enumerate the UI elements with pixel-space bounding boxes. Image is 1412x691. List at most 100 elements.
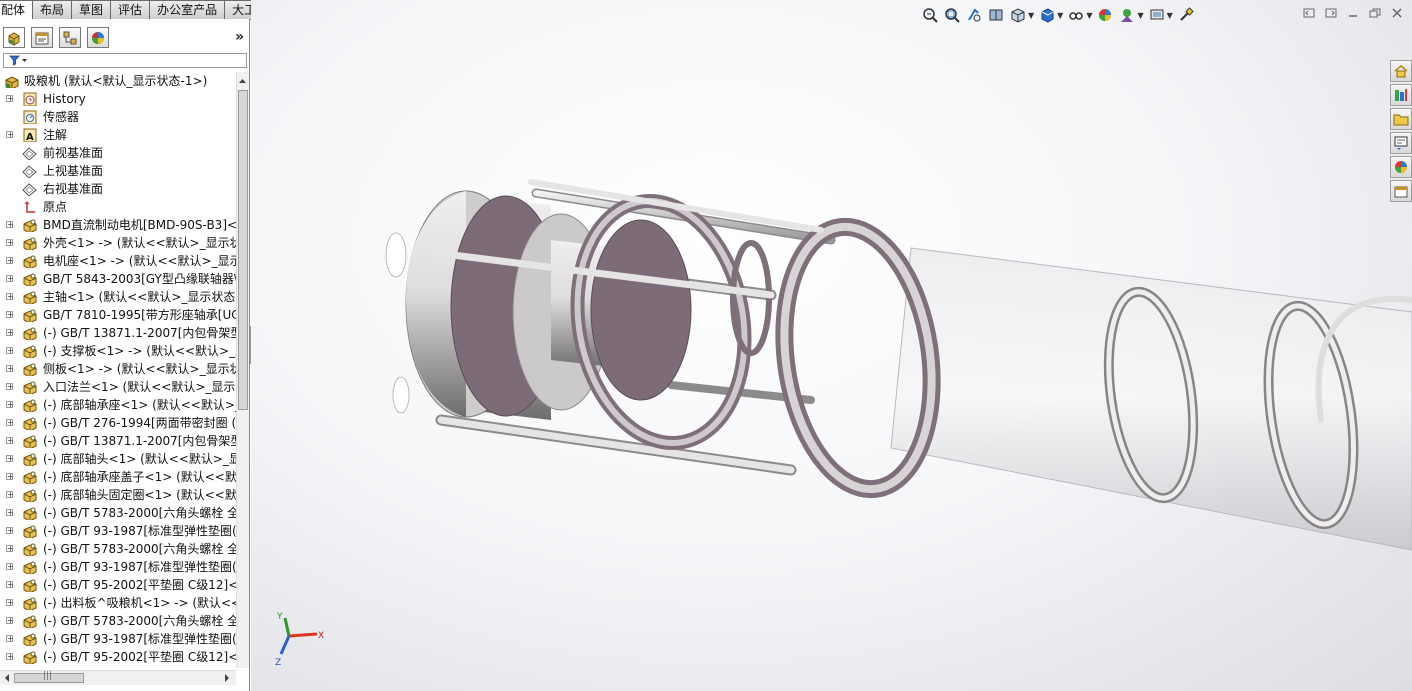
tree-node[interactable]: + (-) GB/T 276-1994[两面带密封圈 ( (0, 414, 236, 432)
tree-node[interactable]: + 电机座<1> -> (默认<<默认>_显示 (0, 252, 236, 270)
tree-expander[interactable]: + (6, 581, 14, 589)
tree-expander[interactable]: + (6, 527, 14, 535)
ribbon-tab-4[interactable]: 办公室产品 (150, 0, 226, 20)
split-button[interactable] (1324, 6, 1338, 20)
tree-node[interactable]: 传感器 (0, 108, 236, 126)
tree-node[interactable]: + GB/T 7810-1995[带方形座轴承[UC (0, 306, 236, 324)
tree-expander[interactable]: + (6, 347, 14, 355)
scroll-right-icon[interactable] (222, 672, 232, 684)
tree-expander[interactable]: + (6, 509, 14, 517)
tree-node[interactable]: + BMD直流制动电机[BMD-90S-B3]< (0, 216, 236, 234)
tree-node[interactable]: 原点 (0, 198, 236, 216)
ribbon-tab-2[interactable]: 草图 (72, 0, 112, 20)
tree-node[interactable]: + (-) 支撑板<1> -> (默认<<默认>_显 (0, 342, 236, 360)
edit-appearance-button[interactable] (1096, 6, 1114, 24)
tree-expander[interactable]: + (6, 419, 14, 427)
section-view-button[interactable] (987, 6, 1005, 24)
tree-expander[interactable]: + (6, 635, 14, 643)
apply-scene-dropdown[interactable]: ▼ (1137, 11, 1143, 20)
view-settings-dropdown[interactable]: ▼ (1167, 11, 1173, 20)
tree-node[interactable]: 前视基准面 (0, 144, 236, 162)
tree-expander[interactable]: + (6, 383, 14, 391)
view-settings-button[interactable] (1148, 6, 1166, 24)
tree-expander[interactable]: + (6, 293, 14, 301)
property-manager-tab[interactable] (31, 27, 53, 48)
tree-node[interactable]: + (-) GB/T 95-2002[平垫圈 C级12]<1 (0, 648, 236, 666)
tree-expander[interactable]: + (6, 599, 14, 607)
vertical-scroll-thumb[interactable] (238, 90, 248, 410)
tree-expander[interactable]: + (6, 311, 14, 319)
graphics-area[interactable]: ▼ ▼ ▼ ▼ ▼ X Y Z (251, 0, 1412, 691)
feature-manager-tab[interactable] (3, 27, 25, 48)
tree-vertical-scrollbar[interactable] (236, 72, 249, 668)
display-manager-tab[interactable] (87, 27, 109, 48)
tree-expander[interactable]: + (6, 329, 14, 337)
tree-node[interactable]: 吸粮机 (默认<默认_显示状态-1>) (0, 72, 236, 90)
tree-expander[interactable]: + (6, 545, 14, 553)
configuration-manager-tab[interactable] (59, 27, 81, 48)
tree-node[interactable]: + (-) 出料板^吸粮机<1> -> (默认<< (0, 594, 236, 612)
close-button[interactable] (1390, 6, 1404, 20)
task-pane-file-explorer[interactable] (1390, 108, 1412, 130)
ribbon-tab-3[interactable]: 评估 (111, 0, 151, 20)
tree-node[interactable]: + (-) 底部轴头<1> (默认<<默认>_显 (0, 450, 236, 468)
scroll-up-icon[interactable] (237, 76, 248, 86)
tree-expander[interactable]: + (6, 95, 14, 103)
tree-node[interactable]: + (-) GB/T 93-1987[标准型弹性垫圈( (0, 630, 236, 648)
ribbon-tab-0[interactable]: 配体 (0, 0, 34, 19)
filter-box[interactable] (3, 53, 247, 68)
ribbon-tab-1[interactable]: 布局 (33, 0, 73, 20)
tree-node[interactable]: + (-) GB/T 13871.1-2007[内包骨架型 (0, 324, 236, 342)
tree-node[interactable]: + History (0, 90, 236, 108)
zoom-to-fit-button[interactable] (921, 6, 939, 24)
tree-node[interactable]: + 外壳<1> -> (默认<<默认>_显示状 (0, 234, 236, 252)
tree-expander[interactable]: + (6, 473, 14, 481)
tree-node[interactable]: + (-) GB/T 13871.1-2007[内包骨架型 (0, 432, 236, 450)
3d-model-view[interactable] (251, 0, 1412, 691)
tree-expander[interactable]: + (6, 275, 14, 283)
rotate-button[interactable] (1177, 6, 1195, 24)
task-pane-view-palette[interactable] (1390, 132, 1412, 154)
tree-node[interactable]: + (-) GB/T 93-1987[标准型弹性垫圈( (0, 522, 236, 540)
tree-expander[interactable]: + (6, 131, 14, 139)
hide-show-button[interactable] (1067, 6, 1085, 24)
view-orientation-button[interactable] (1009, 6, 1027, 24)
hide-show-dropdown[interactable]: ▼ (1086, 11, 1092, 20)
tree-node[interactable]: + 侧板<1> -> (默认<<默认>_显示状 (0, 360, 236, 378)
view-orientation-dropdown[interactable]: ▼ (1028, 11, 1034, 20)
previous-view-button[interactable] (965, 6, 983, 24)
tree-node[interactable]: + 入口法兰<1> (默认<<默认>_显示状 (0, 378, 236, 396)
apply-scene-button[interactable] (1118, 6, 1136, 24)
task-pane-home[interactable] (1390, 60, 1412, 82)
tree-expander[interactable]: + (6, 239, 14, 247)
tree-node[interactable]: + (-) GB/T 5783-2000[六角头螺栓 全 (0, 540, 236, 558)
tree-node[interactable]: + (-) GB/T 5783-2000[六角头螺栓 全 (0, 612, 236, 630)
tree-expander[interactable]: + (6, 401, 14, 409)
tree-expander[interactable]: + (6, 365, 14, 373)
tree-node[interactable]: 上视基准面 (0, 162, 236, 180)
tree-node[interactable]: + (-) 底部轴承座盖子<1> (默认<<默认 (0, 468, 236, 486)
horizontal-scroll-thumb[interactable]: ||| (14, 671, 84, 683)
display-style-dropdown[interactable]: ▼ (1057, 11, 1063, 20)
task-pane-design-library[interactable] (1390, 84, 1412, 106)
expand-panel-button[interactable]: » (235, 29, 244, 45)
tree-node[interactable]: + (-) GB/T 95-2002[平垫圈 C级12]<1 (0, 576, 236, 594)
task-pane-appearances[interactable] (1390, 156, 1412, 178)
tree-expander[interactable]: + (6, 437, 14, 445)
tree-horizontal-scrollbar[interactable]: ||| (0, 670, 236, 685)
tree-node[interactable]: + (-) 底部轴头固定圈<1> (默认<<默认 (0, 486, 236, 504)
tree-expander[interactable]: + (6, 617, 14, 625)
tree-expander[interactable]: + (6, 563, 14, 571)
tile-button[interactable] (1302, 6, 1316, 20)
tree-node[interactable]: + (-) 底部轴承座<1> (默认<<默认>_ (0, 396, 236, 414)
zoom-area-button[interactable] (943, 6, 961, 24)
tree-expander[interactable]: + (6, 221, 14, 229)
restore-button[interactable] (1368, 6, 1382, 20)
tree-expander[interactable]: + (6, 653, 14, 661)
minimize-button[interactable] (1346, 6, 1360, 20)
tree-node[interactable]: + A 注解 (0, 126, 236, 144)
tree-node[interactable]: + 主轴<1> (默认<<默认>_显示状态 1 (0, 288, 236, 306)
tree-expander[interactable]: + (6, 491, 14, 499)
tree-expander[interactable]: + (6, 455, 14, 463)
scroll-left-icon[interactable] (2, 672, 12, 684)
